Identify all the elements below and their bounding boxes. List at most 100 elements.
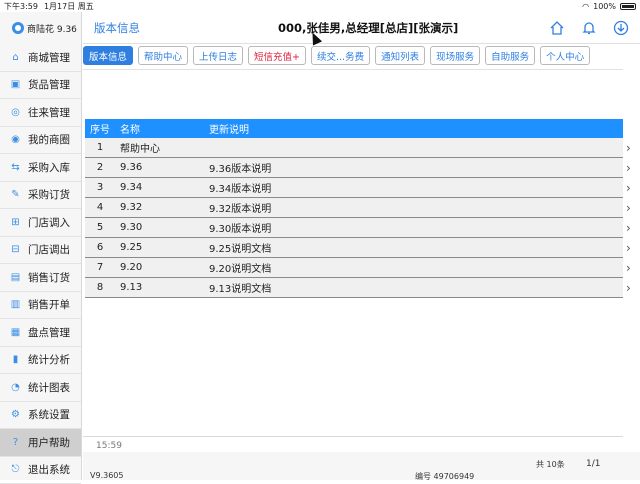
table-row[interactable]: 59.309.30版本说明›: [85, 218, 623, 238]
tab[interactable]: 帮助中心: [138, 46, 188, 65]
sidebar-item-label: 统计图表: [28, 380, 70, 395]
version-table: 序号 名称 更新说明 1帮助中心›29.369.36版本说明›39.349.34…: [85, 119, 623, 298]
page-indicator: 1/1: [586, 459, 600, 469]
status-time: 下午3:59: [4, 1, 38, 12]
chevron-right-icon[interactable]: ›: [626, 261, 631, 275]
sidebar-item-label: 门店调出: [28, 242, 70, 257]
sidebar-item[interactable]: ◉我的商圈: [0, 127, 81, 155]
sidebar-item-label: 盘点管理: [28, 325, 70, 340]
sidebar-item[interactable]: ▣ 货品管理: [0, 72, 81, 100]
chevron-right-icon[interactable]: ›: [626, 161, 631, 175]
help-icon: ?: [10, 437, 21, 448]
table-cell: 7: [85, 262, 115, 273]
sidebar-item[interactable]: ? 用户帮助: [0, 429, 81, 457]
table-cell: 4: [85, 202, 115, 213]
table-cell: 9.30: [115, 222, 209, 233]
sidebar-item[interactable]: ⇆采购入库: [0, 154, 81, 182]
divider: [83, 436, 623, 437]
tab[interactable]: 短信充值+: [248, 46, 306, 65]
tab[interactable]: 自助服务: [485, 46, 535, 65]
store-icon: ⌂: [10, 52, 21, 63]
version-text: V9.3605: [90, 471, 123, 480]
tab[interactable]: 通知列表: [375, 46, 425, 65]
table-row[interactable]: 69.259.25说明文档›: [85, 238, 623, 258]
transfer-out-icon: ⊟: [10, 244, 21, 255]
user-store-title: 000,张佳男,总经理[总店][张演示]: [278, 20, 458, 36]
table-cell: 9.25: [115, 242, 209, 253]
sidebar-item-label: 货品管理: [28, 77, 70, 92]
column-header-notes: 更新说明: [209, 121, 623, 136]
sidebar-item[interactable]: ⚙系统设置: [0, 402, 81, 430]
home-icon[interactable]: [548, 19, 566, 37]
battery-level: 100%: [593, 2, 616, 11]
tab[interactable]: 现场服务: [430, 46, 480, 65]
logout-icon: ⎋: [10, 464, 21, 475]
table-cell: 8: [85, 282, 115, 293]
chevron-right-icon[interactable]: ›: [626, 181, 631, 195]
sidebar-item[interactable]: ⌂ 商城管理: [0, 44, 81, 72]
sidebar-item-label: 统计分析: [28, 352, 70, 367]
chevron-right-icon[interactable]: ›: [626, 241, 631, 255]
gear-icon: ⚙: [10, 409, 21, 420]
sidebar-item-label: 我的商圈: [28, 132, 70, 147]
sidebar-item[interactable]: ✎ 采购订货: [0, 182, 81, 210]
chevron-right-icon[interactable]: ›: [626, 141, 631, 155]
sidebar-item-label: 采购订货: [28, 187, 70, 202]
sidebar-item[interactable]: ⊟ 门店调出: [0, 237, 81, 265]
table-row[interactable]: 49.329.32版本说明›: [85, 198, 623, 218]
table-cell: 9.20: [115, 262, 209, 273]
edit-icon: ✎: [10, 189, 21, 200]
brand-name: 商陆花 9.36: [27, 22, 77, 35]
box-icon: ▣: [10, 79, 21, 90]
sidebar-item-label: 销售订货: [28, 270, 70, 285]
invoice-icon: ▥: [10, 299, 21, 310]
sidebar-item-label: 退出系统: [28, 462, 70, 477]
table-row[interactable]: 39.349.34版本说明›: [85, 178, 623, 198]
chevron-right-icon[interactable]: ›: [626, 221, 631, 235]
download-icon[interactable]: [612, 19, 630, 37]
tab[interactable]: 续交...务费: [311, 46, 370, 65]
bell-icon[interactable]: [580, 19, 598, 37]
sidebar-item[interactable]: ◔统计图表: [0, 374, 81, 402]
sales-order-icon: ▤: [10, 272, 21, 283]
table-cell: 9.25说明文档: [209, 240, 623, 255]
column-header-name: 名称: [115, 121, 209, 136]
divider: [83, 69, 623, 70]
table-cell: 1: [85, 142, 115, 153]
tab[interactable]: 版本信息: [83, 46, 133, 65]
chevron-right-icon[interactable]: ›: [626, 281, 631, 295]
sidebar-item[interactable]: ▤ 销售订货: [0, 264, 81, 292]
clock-text: 15:59: [96, 441, 122, 451]
sidebar-item[interactable]: ◎往来管理: [0, 99, 81, 127]
table-row[interactable]: 29.369.36版本说明›: [85, 158, 623, 178]
chevron-right-icon[interactable]: ›: [626, 201, 631, 215]
sidebar-item-label: 销售开单: [28, 297, 70, 312]
sidebar-item[interactable]: ▮统计分析: [0, 347, 81, 375]
sidebar-item[interactable]: ▥ 销售开单: [0, 292, 81, 320]
sidebar-item-label: 门店调入: [28, 215, 70, 230]
table-row[interactable]: 79.209.20说明文档›: [85, 258, 623, 278]
sidebar: 商陆花 9.36 ⌂ 商城管理 ▣ 货品管理 ◎往来管理◉我的商圈⇆采购入库 ✎ 采购订货 ⊞…: [0, 12, 82, 480]
table-cell: 3: [85, 182, 115, 193]
page-title: 版本信息: [83, 20, 183, 36]
sidebar-item-label: 用户帮助: [28, 435, 70, 450]
sidebar-item[interactable]: ▦ 盘点管理: [0, 319, 81, 347]
wifi-icon: ◠: [582, 2, 589, 11]
table-cell: 9.13说明文档: [209, 280, 623, 295]
tab[interactable]: 个人中心: [540, 46, 590, 65]
sidebar-item-label: 商城管理: [28, 50, 70, 65]
table-cell: 9.32: [115, 202, 209, 213]
sidebar-item-label: 往来管理: [28, 105, 70, 120]
sidebar-item[interactable]: ⊞ 门店调入: [0, 209, 81, 237]
table-cell: 2: [85, 162, 115, 173]
tab[interactable]: 上传日志: [193, 46, 243, 65]
transfer-in-icon: ⊞: [10, 217, 21, 228]
table-cell: 9.36: [115, 162, 209, 173]
table-row[interactable]: 1帮助中心›: [85, 138, 623, 158]
inventory-icon: ▦: [10, 327, 21, 338]
table-cell: 9.30版本说明: [209, 220, 623, 235]
table-cell: 9.13: [115, 282, 209, 293]
sidebar-item-label: 采购入库: [28, 160, 70, 175]
table-cell: 9.36版本说明: [209, 160, 623, 175]
table-row[interactable]: 89.139.13说明文档›: [85, 278, 623, 298]
